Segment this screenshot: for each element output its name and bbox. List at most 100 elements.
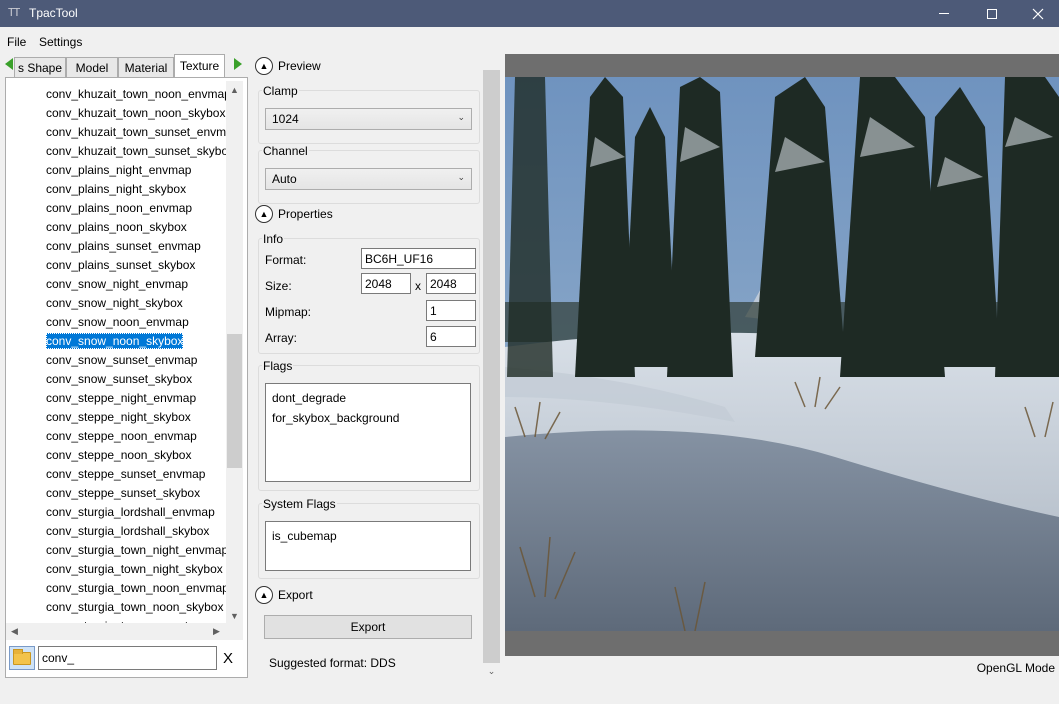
list-item[interactable]: conv_steppe_sunset_envmap (46, 465, 226, 484)
list-horizontal-scrollbar[interactable]: ◀ ▶ (6, 623, 243, 640)
list-item-label: conv_khuzait_town_sunset_skybox (46, 144, 226, 158)
list-item[interactable]: conv_khuzait_town_sunset_skybox (46, 142, 226, 161)
array-field[interactable]: 6 (426, 326, 476, 347)
list-item[interactable]: conv_khuzait_town_noon_skybox (46, 104, 226, 123)
texture-list[interactable]: conv_khuzait_town_noon_envmap conv_khuzai… (6, 81, 247, 624)
chevron-down-icon: ⌄ (457, 112, 465, 122)
close-button[interactable] (1015, 0, 1059, 27)
list-item-label: conv_plains_night_skybox (46, 182, 187, 196)
list-item[interactable]: conv_khuzait_town_sunset_envmap (46, 123, 226, 142)
menu-file[interactable]: File (7, 35, 26, 49)
system-flag-item: is_cubemap (272, 529, 337, 543)
folder-icon (13, 648, 31, 665)
list-item[interactable]: conv_snow_noon_skybox (46, 332, 226, 351)
chevron-down-icon: ⌄ (457, 172, 465, 182)
menu-settings[interactable]: Settings (39, 35, 82, 49)
list-item[interactable]: conv_khuzait_town_noon_envmap (46, 85, 226, 104)
export-section-header[interactable]: ▲ Export (255, 585, 313, 605)
list-item-label: conv_steppe_sunset_skybox (46, 486, 201, 500)
size-label: Size: (265, 279, 292, 293)
list-item-label: conv_plains_night_envmap (46, 163, 192, 177)
tab-texture[interactable]: Texture (174, 54, 225, 77)
clear-search-button[interactable]: X (223, 650, 233, 667)
scroll-thumb[interactable] (227, 334, 242, 468)
list-item-label: conv_sturgia_town_night_skybox (46, 562, 223, 576)
tab-scroll-left-icon[interactable] (5, 58, 13, 70)
list-item[interactable]: conv_snow_night_skybox (46, 294, 226, 313)
list-item[interactable]: conv_plains_night_envmap (46, 161, 226, 180)
list-item-label: conv_plains_noon_envmap (46, 201, 193, 215)
height-field[interactable]: 2048 (426, 273, 476, 294)
system-flags-list[interactable]: is_cubemap (265, 521, 471, 571)
list-item[interactable]: conv_plains_sunset_skybox (46, 256, 226, 275)
list-item[interactable]: conv_steppe_night_skybox (46, 408, 226, 427)
export-section-title: Export (278, 588, 313, 602)
properties-section-header[interactable]: ▲ Properties (255, 204, 333, 224)
list-item-label: conv_sturgia_town_night_envmap (46, 543, 226, 557)
menu-bar: File Settings (0, 27, 1059, 54)
list-item-label: conv_snow_sunset_envmap (46, 353, 198, 367)
scroll-down-icon[interactable]: ⌄ (483, 664, 500, 678)
list-item[interactable]: conv_steppe_noon_skybox (46, 446, 226, 465)
skybox-preview-image (505, 77, 1059, 631)
mipmap-field[interactable]: 1 (426, 300, 476, 321)
system-flags-label: System Flags (262, 497, 337, 511)
properties-scroll-thumb[interactable] (483, 70, 500, 663)
list-item-label: conv_steppe_night_envmap (46, 391, 197, 405)
list-item-label: conv_khuzait_town_noon_skybox (46, 106, 226, 120)
clamp-select[interactable]: 1024 ⌄ (265, 108, 472, 130)
clamp-label: Clamp (262, 84, 299, 98)
format-field[interactable]: BC6H_UF16 (361, 248, 476, 269)
list-item[interactable]: conv_snow_noon_envmap (46, 313, 226, 332)
list-item[interactable]: conv_sturgia_lordshall_skybox (46, 522, 226, 541)
channel-select[interactable]: Auto ⌄ (265, 168, 472, 190)
maximize-icon (987, 8, 997, 19)
maximize-button[interactable] (969, 0, 1015, 27)
list-item[interactable]: conv_sturgia_lordshall_envmap (46, 503, 226, 522)
scroll-down-icon[interactable]: ▼ (226, 607, 243, 624)
tab-material[interactable]: Material (118, 57, 174, 77)
flag-item: for_skybox_background (272, 411, 400, 425)
open-folder-button[interactable] (9, 646, 35, 670)
list-item[interactable]: conv_snow_sunset_skybox (46, 370, 226, 389)
array-label: Array: (265, 331, 298, 345)
scroll-up-icon[interactable]: ▲ (226, 81, 243, 98)
collapse-properties-icon[interactable]: ▲ (255, 205, 273, 223)
scroll-right-icon[interactable]: ▶ (208, 623, 225, 640)
list-item[interactable]: conv_sturgia_town_noon_envmap (46, 579, 226, 598)
export-button[interactable]: Export (264, 615, 472, 639)
tab-shape[interactable]: s Shape (14, 57, 66, 77)
list-item[interactable]: conv_plains_noon_skybox (46, 218, 226, 237)
preview-section-header[interactable]: ▲ Preview (255, 56, 321, 76)
list-item[interactable]: conv_sturgia_town_night_envmap (46, 541, 226, 560)
list-item[interactable]: conv_plains_noon_envmap (46, 199, 226, 218)
list-item[interactable]: conv_plains_sunset_envmap (46, 237, 226, 256)
list-item[interactable]: conv_steppe_night_envmap (46, 389, 226, 408)
search-input[interactable] (38, 646, 217, 670)
properties-scrollbar[interactable]: ⌄ (483, 70, 500, 678)
list-item[interactable]: conv_sturgia_town_noon_skybox (46, 598, 226, 617)
format-label: Format: (265, 253, 307, 267)
flags-list[interactable]: dont_degrade for_skybox_background (265, 383, 471, 482)
collapse-preview-icon[interactable]: ▲ (255, 57, 273, 75)
list-item[interactable]: conv_sturgia_town_night_skybox (46, 560, 226, 579)
tab-scroll-right-icon[interactable] (234, 58, 242, 70)
list-vertical-scrollbar[interactable]: ▲ ▼ (226, 81, 243, 624)
width-field[interactable]: 2048 (361, 273, 411, 294)
collapse-export-icon[interactable]: ▲ (255, 586, 273, 604)
list-item-label: conv_steppe_night_skybox (46, 410, 191, 424)
render-mode-label: OpenGL Mode (976, 661, 1055, 675)
scroll-left-icon[interactable]: ◀ (6, 623, 23, 640)
flag-item: dont_degrade (272, 391, 347, 405)
mipmap-label: Mipmap: (265, 305, 312, 319)
list-item-label: conv_snow_noon_skybox (46, 333, 184, 349)
list-item[interactable]: conv_steppe_noon_envmap (46, 427, 226, 446)
list-item[interactable]: conv_steppe_sunset_skybox (46, 484, 226, 503)
list-item[interactable]: conv_snow_sunset_envmap (46, 351, 226, 370)
minimize-button[interactable] (921, 0, 967, 27)
list-item[interactable]: conv_plains_night_skybox (46, 180, 226, 199)
list-item[interactable]: conv_snow_night_envmap (46, 275, 226, 294)
info-label: Info (262, 232, 285, 246)
list-item-label: conv_khuzait_town_noon_envmap (46, 87, 226, 101)
tab-model[interactable]: Model (66, 57, 118, 77)
